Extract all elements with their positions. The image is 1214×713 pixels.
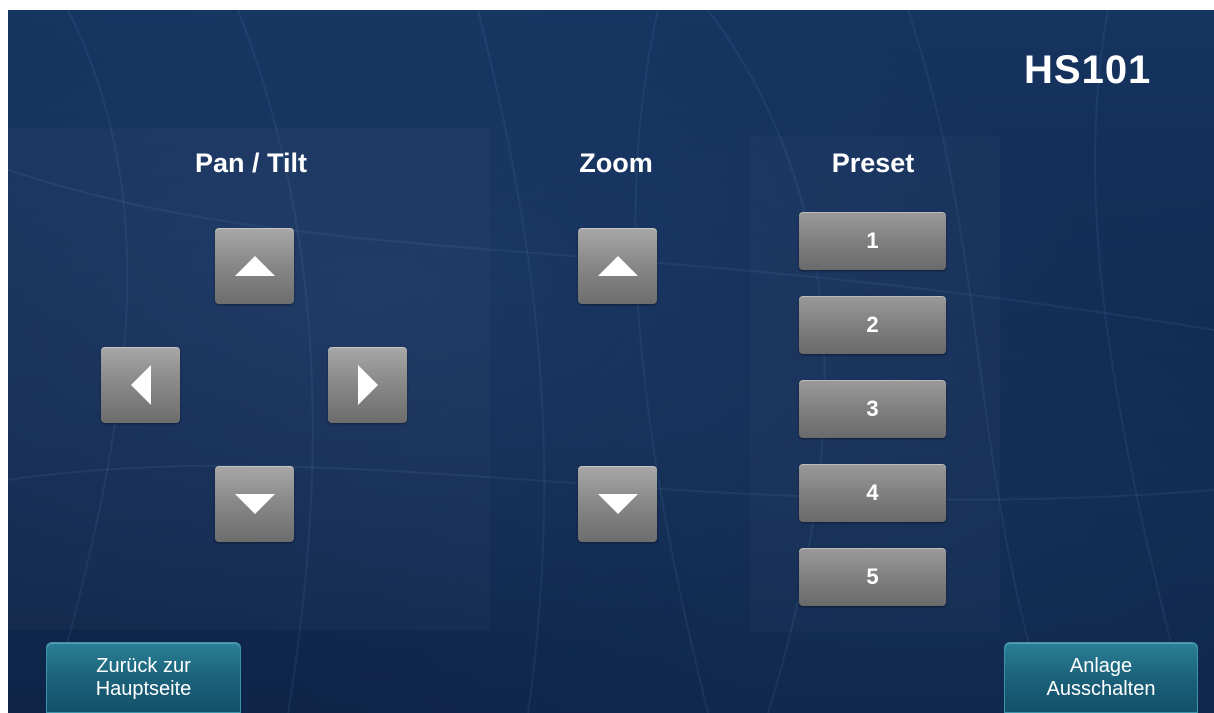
preset-button-3[interactable]: 3 <box>799 380 946 438</box>
back-to-home-button[interactable]: Zurück zur Hauptseite <box>46 642 241 713</box>
pan-tilt-right-button[interactable] <box>328 347 407 423</box>
off-button-line1: Anlage <box>1069 654 1133 677</box>
pan-tilt-down-button[interactable] <box>215 466 294 542</box>
back-button-line2: Hauptseite <box>95 677 192 700</box>
pan-tilt-panel <box>8 128 490 630</box>
preset-button-4[interactable]: 4 <box>799 464 946 522</box>
triangle-down-icon <box>597 494 638 514</box>
preset-button-5[interactable]: 5 <box>799 548 946 606</box>
zoom-label: Zoom <box>579 148 653 178</box>
triangle-right-icon <box>357 365 378 405</box>
preset-label: Preset <box>831 148 915 178</box>
device-title: HS101 <box>1024 48 1152 92</box>
triangle-left-icon <box>130 365 151 405</box>
pan-tilt-left-button[interactable] <box>101 347 180 423</box>
off-button-line2: Ausschalten <box>1046 677 1156 700</box>
pan-tilt-up-button[interactable] <box>215 228 294 304</box>
triangle-up-icon <box>234 256 275 276</box>
preset-button-2[interactable]: 2 <box>799 296 946 354</box>
system-off-button[interactable]: Anlage Ausschalten <box>1004 642 1198 713</box>
triangle-up-icon <box>597 256 638 276</box>
pan-tilt-label: Pan / Tilt <box>194 148 308 178</box>
back-button-line1: Zurück zur <box>96 654 191 677</box>
preset-button-1[interactable]: 1 <box>799 212 946 270</box>
zoom-out-button[interactable] <box>578 466 657 542</box>
control-screen <box>8 10 1214 713</box>
zoom-in-button[interactable] <box>578 228 657 304</box>
triangle-down-icon <box>234 494 275 514</box>
